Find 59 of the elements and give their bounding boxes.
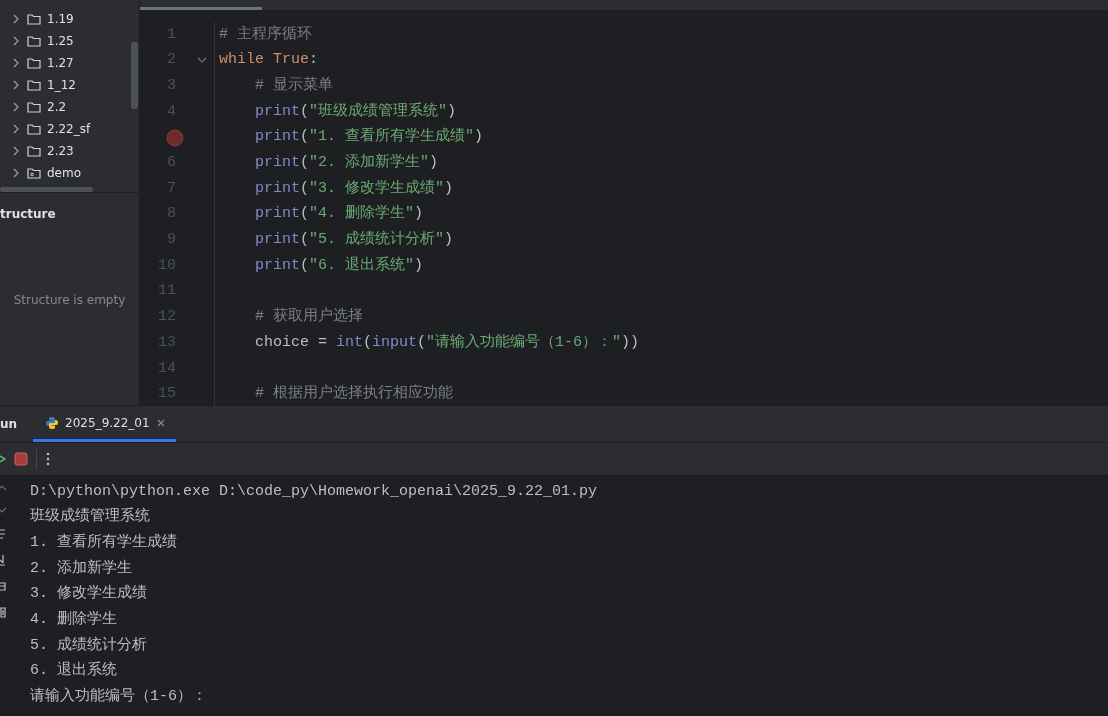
package-icon [27,167,41,179]
tree-item[interactable]: 1.25 [0,30,139,52]
tree-item[interactable]: 2.2 [0,96,139,118]
console-line: 3. 修改学生成绩 [30,583,147,605]
code-line: choice = int(input("请输入功能编号（1-6）：")) [255,332,640,353]
code-line: # 显示菜单 [255,75,333,96]
code-line: print("6. 退出系统") [255,255,424,276]
console-line: D:\python\python.exe D:\code_py\Homework_openai\2025_9.22_01.py [30,481,598,502]
python-icon [45,415,60,430]
folder-icon [27,35,41,47]
code-line: # 主程序循环 [219,24,312,45]
stop-icon[interactable] [14,452,28,466]
collapsed-chevron-icon[interactable] [11,36,21,46]
scrollbar[interactable] [140,7,262,10]
scrollbar[interactable] [131,42,138,109]
code-line: print("班级成绩管理系统") [255,101,457,122]
panel-title: un [0,416,18,433]
console-line: 请输入功能编号（1-6）： [30,686,207,708]
console-line: 班级成绩管理系统 [30,506,150,528]
console-line: 6. 退出系统 [30,660,117,682]
folder-icon [27,145,41,157]
collapsed-chevron-icon[interactable] [11,146,21,156]
folder-icon [27,123,41,135]
tree-item[interactable]: demo [0,162,139,184]
collapsed-chevron-icon[interactable] [11,168,21,178]
more-icon[interactable] [45,452,51,466]
tree-item[interactable]: 1_12 [0,74,139,96]
code-line: while True: [219,50,319,71]
collapsed-chevron-icon[interactable] [11,124,21,134]
code-line: print("3. 修改学生成绩") [255,178,454,199]
collapsed-chevron-icon[interactable] [11,80,21,90]
folder-icon [27,57,41,69]
console-line: 4. 删除学生 [30,609,117,631]
tree-item[interactable]: 1.19 [0,8,139,30]
collapsed-chevron-icon[interactable] [11,58,21,68]
code-line: # 获取用户选择 [255,306,363,328]
tree-item[interactable]: 1.27 [0,52,139,74]
console-line: 5. 成绩统计分析 [30,635,147,656]
wrap-icon[interactable] [0,528,6,540]
folder-icon [27,13,41,25]
scroll-end-icon[interactable] [0,554,6,566]
close-icon[interactable] [155,417,166,428]
code-line: print("1. 查看所有学生成绩") [255,126,484,148]
tree-item[interactable]: 2.23 [0,140,139,162]
code-line: # 根据用户选择执行相应功能 [255,383,453,405]
panel-title: tructure [0,206,57,223]
folder-icon [27,79,41,91]
collapsed-chevron-icon[interactable] [11,102,21,112]
code-line: print("4. 删除学生") [255,203,424,225]
empty-message: Structure is empty [12,292,127,309]
fold-chevron-icon[interactable] [197,56,207,65]
collapsed-chevron-icon[interactable] [11,14,21,24]
console-line: 2. 添加新学生 [30,558,132,579]
folder-icon [27,101,41,113]
code-line: print("5. 成绩统计分析") [255,229,454,251]
scrollbar[interactable] [0,187,93,192]
tree-item[interactable]: 2.22_sf [0,118,139,140]
console-line: 1. 查看所有学生成绩 [30,532,177,553]
code-line: print("2. 添加新学生") [255,152,439,174]
